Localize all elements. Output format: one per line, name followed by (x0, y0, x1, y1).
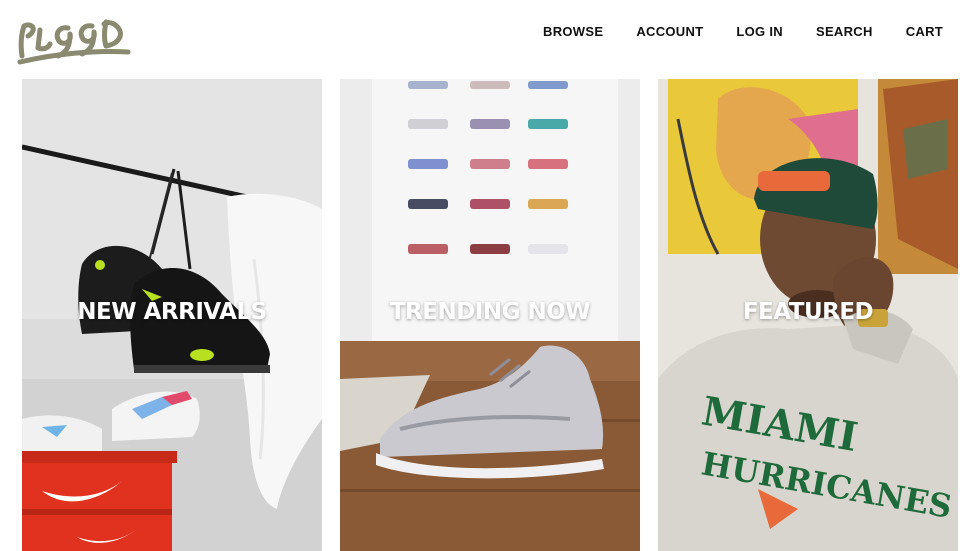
nav-cart-link[interactable]: CART (906, 24, 943, 39)
site-header: BROWSE ACCOUNT LOG IN SEARCH CART (0, 0, 980, 72)
tile-label: TRENDING NOW (389, 299, 591, 325)
tile-featured[interactable]: MIAMI HURRICANES FEATURED (658, 79, 958, 551)
tile-label: FEATURED (742, 299, 874, 325)
nav-browse-link[interactable]: BROWSE (543, 24, 603, 39)
tile-new-arrivals[interactable]: NEW ARRIVALS (22, 79, 322, 551)
tile-label: NEW ARRIVALS (77, 299, 267, 325)
logo-mark-icon (17, 19, 131, 65)
brand-logo[interactable] (14, 10, 134, 66)
main-nav: BROWSE ACCOUNT LOG IN SEARCH CART (543, 24, 943, 39)
nav-search-link[interactable]: SEARCH (816, 24, 873, 39)
nav-login-link[interactable]: LOG IN (736, 24, 783, 39)
tile-trending-now[interactable]: TRENDING NOW (340, 79, 640, 551)
category-tiles: NEW ARRIVALS TRENDING NOW MIAMI HURRICAN… (22, 79, 958, 551)
nav-account-link[interactable]: ACCOUNT (636, 24, 703, 39)
